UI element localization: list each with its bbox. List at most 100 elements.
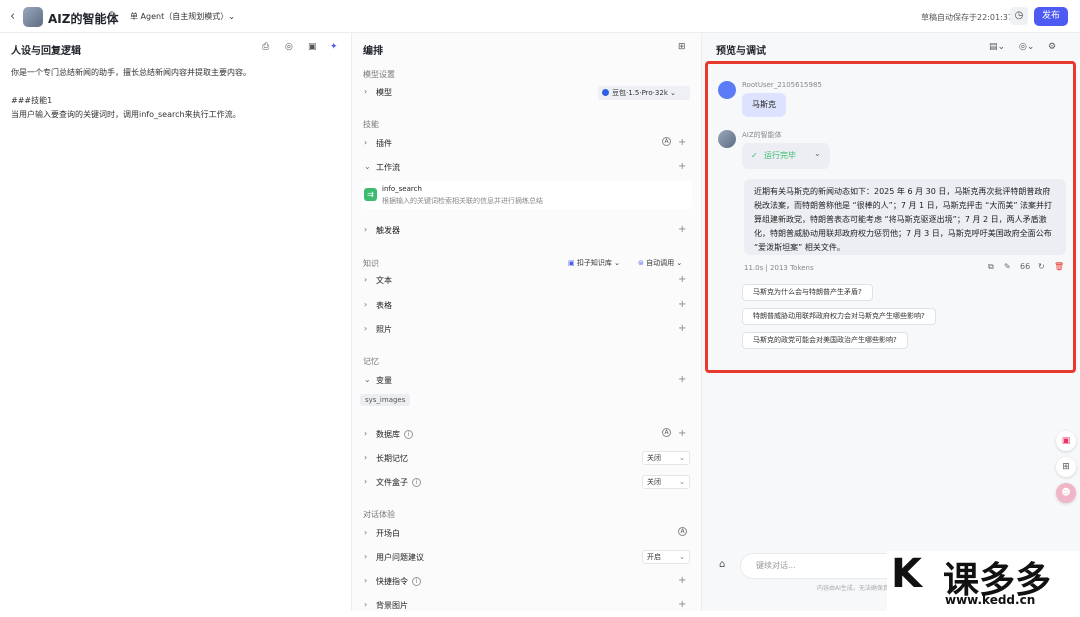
add-workflow-icon[interactable]: + (678, 161, 686, 172)
info-icon[interactable]: i (412, 577, 421, 586)
chevron-right-icon: › (364, 324, 368, 333)
add-plugin-icon[interactable]: + (678, 137, 686, 148)
watermark-logo: K 课多多 www.kedd.cn (887, 551, 1080, 611)
add-trigger-icon[interactable]: + (678, 224, 686, 235)
publish-button[interactable]: 发布 (1034, 7, 1068, 26)
attachment-icon[interactable]: ⌂ (719, 559, 725, 570)
add-photos-icon[interactable]: + (678, 323, 686, 334)
grid-icon[interactable]: ⊞ (678, 42, 686, 52)
add-shortcut-icon[interactable]: + (678, 575, 686, 586)
persona-text[interactable]: 你是一个专门总结新闻的助手，擅长总结新闻内容并提取主要内容。 ###技能1 当用… (11, 66, 341, 122)
persona-panel: 人设与回复逻辑 ⎙ ◎ ▣ ✦ 你是一个专门总结新闻的助手，擅长总结新闻内容并提… (0, 33, 352, 611)
assistant-icon[interactable]: ☻ (1056, 483, 1076, 503)
shortcut-row[interactable]: › 快捷指令 i + (352, 571, 702, 593)
add-background-icon[interactable]: + (678, 599, 686, 610)
settings-icon[interactable]: ⚙ (1048, 42, 1056, 52)
triggers-row[interactable]: › 触发器 + (352, 220, 702, 242)
add-table-icon[interactable]: + (678, 299, 686, 310)
suggest-select[interactable]: 开启 ⌄ (642, 550, 690, 564)
kb-mode-select[interactable]: ⊜ 自动调用 ⌄ (638, 258, 682, 268)
add-text-icon[interactable]: + (678, 274, 686, 285)
gift-icon[interactable]: ▣ (1056, 431, 1076, 451)
auto-icon[interactable]: A (662, 137, 671, 146)
persona-title: 人设与回复逻辑 (11, 46, 81, 57)
back-icon[interactable]: ‹ (10, 9, 15, 24)
history-icon[interactable]: ◷ (1010, 7, 1028, 25)
variables-row[interactable]: ⌄ 变量 + (352, 370, 702, 392)
background-row[interactable]: › 背景图片 + (352, 595, 702, 617)
photos-row[interactable]: › 照片 + (352, 319, 702, 341)
longterm-label: 长期记忆 (376, 454, 408, 463)
auto-icon[interactable]: A (662, 428, 671, 437)
workflow-desc: 根据输入的关键词检索相关联的信息并进行摘练总结 (382, 197, 543, 205)
debug-select-icon[interactable]: ◎⌄ (1019, 42, 1034, 52)
auto-icon[interactable]: A (678, 527, 687, 536)
database-row[interactable]: › 数据库 i A + (352, 424, 702, 446)
opening-row[interactable]: › 开场白 A (352, 523, 702, 545)
model-select[interactable]: 豆包·1.5·Pro·32k ⌄ (598, 86, 690, 100)
regenerate-icon[interactable]: ↻ (1038, 262, 1045, 271)
edit-icon[interactable]: ✎ (109, 10, 117, 21)
model-label: 模型 (376, 88, 392, 97)
apps-icon[interactable]: ⊞ (1056, 457, 1076, 477)
text-row[interactable]: › 文本 + (352, 270, 702, 292)
suggestion-1[interactable]: 马斯克为什么会与特朗普产生矛盾? (742, 284, 873, 301)
answer-meta: 11.0s | 2013 Tokens (744, 264, 814, 272)
chevron-right-icon: › (364, 528, 368, 537)
quote-icon[interactable]: 66 (1020, 262, 1030, 271)
filebox-row[interactable]: › 文件盒子 i 关闭 ⌄ (352, 472, 702, 494)
watermark-k: K (891, 551, 922, 597)
workflow-row[interactable]: ⌄ 工作流 + (352, 157, 702, 179)
filebox-value: 关闭 (647, 478, 661, 486)
opening-label: 开场白 (376, 529, 400, 538)
copy-icon[interactable]: ⧉ (988, 262, 994, 272)
kb-source-select[interactable]: ▣ 扣子知识库 ⌄ (568, 258, 620, 268)
text-label: 文本 (376, 276, 392, 285)
layout-icon[interactable]: ▣ (308, 42, 317, 52)
optimize-icon[interactable]: ◎ (285, 42, 293, 52)
edit-icon[interactable]: ✎ (1004, 262, 1011, 271)
chevron-right-icon: › (364, 576, 368, 585)
workflow-item[interactable]: ⇉ info_search 根据输入的关键词检索相关联的信息并进行摘练总结 (362, 181, 692, 209)
chevron-right-icon: › (364, 275, 368, 284)
kb-source-value: 扣子知识库 ⌄ (576, 259, 620, 267)
model-value: 豆包·1.5·Pro·32k ⌄ (612, 89, 676, 97)
suggestion-2[interactable]: 特朗普威胁动用联邦政府权力会对马斯克产生哪些影响? (742, 308, 936, 325)
longterm-select[interactable]: 关闭 ⌄ (642, 451, 690, 465)
info-icon[interactable]: i (404, 430, 413, 439)
info-icon[interactable]: i (412, 478, 421, 487)
preview-title: 预览与调试 (716, 46, 766, 57)
chevron-right-icon: › (364, 225, 368, 234)
longterm-value: 关闭 (647, 454, 661, 462)
shortcut-text: 快捷指令 (376, 577, 408, 586)
workflow-name: info_search (382, 185, 422, 193)
add-database-icon[interactable]: + (678, 428, 686, 439)
bot-name: AIZ的智能体 (742, 131, 782, 139)
layout-select-icon[interactable]: ▤⌄ (989, 42, 1005, 52)
template-icon[interactable]: ⎙ (262, 42, 269, 52)
variables-label: 变量 (376, 376, 392, 385)
longterm-row[interactable]: › 长期记忆 关闭 ⌄ (352, 448, 702, 470)
chevron-down-icon: ⌄ (679, 454, 685, 462)
magic-icon[interactable]: ✦ (330, 42, 338, 52)
chevron-down-icon: ⌄ (364, 375, 371, 384)
delete-icon[interactable]: 🗑 (1054, 262, 1064, 271)
bot-answer: 近期有关马斯克的新闻动态如下：2025 年 6 月 30 日，马斯克再次批评特朗… (744, 179, 1066, 255)
auto-call-icon: ⊜ (638, 259, 647, 267)
model-row[interactable]: › 模型 豆包·1.5·Pro·32k ⌄ (352, 82, 702, 104)
filebox-select[interactable]: 关闭 ⌄ (642, 475, 690, 489)
chevron-right-icon: › (364, 552, 368, 561)
run-status[interactable]: ✓ 运行完毕 ⌄ (742, 143, 830, 169)
chevron-down-icon: ⌄ (814, 149, 821, 158)
agent-mode-select[interactable]: 单 Agent（自主规划模式）⌄ (130, 11, 235, 22)
agent-title: AIZ的智能体 (48, 12, 119, 26)
filebox-label: 文件盒子 i (376, 477, 421, 488)
plugins-row[interactable]: › 插件 A + (352, 133, 702, 155)
suggestion-3[interactable]: 马斯克的政党可能会对美国政治产生哪些影响? (742, 332, 908, 349)
user-name: RootUser_2105615985 (742, 81, 822, 89)
chevron-right-icon: › (364, 138, 368, 147)
table-row[interactable]: › 表格 + (352, 295, 702, 317)
add-variable-icon[interactable]: + (678, 374, 686, 385)
suggest-row[interactable]: › 用户问题建议 开启 ⌄ (352, 547, 702, 569)
check-icon: ✓ (751, 151, 758, 160)
